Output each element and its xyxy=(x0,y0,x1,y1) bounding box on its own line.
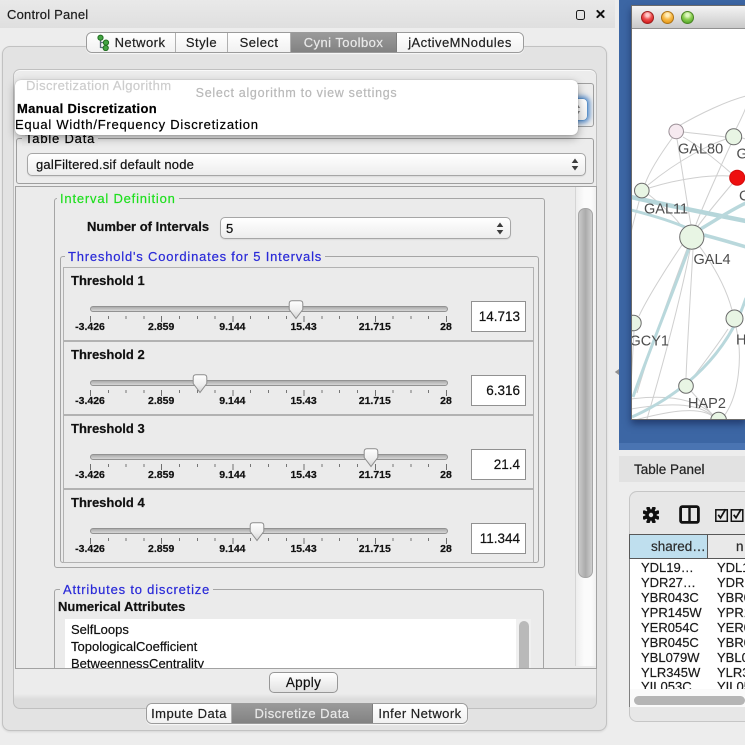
svg-text:C: C xyxy=(739,189,745,205)
svg-text:H: H xyxy=(736,333,745,349)
svg-text:HAP2: HAP2 xyxy=(688,396,726,412)
svg-text:GAL4: GAL4 xyxy=(694,252,731,268)
svg-text:GAL11: GAL11 xyxy=(644,201,688,217)
svg-text:GCY1: GCY1 xyxy=(632,334,669,350)
svg-text:GA: GA xyxy=(737,147,745,163)
svg-text:GAL80: GAL80 xyxy=(678,142,723,158)
